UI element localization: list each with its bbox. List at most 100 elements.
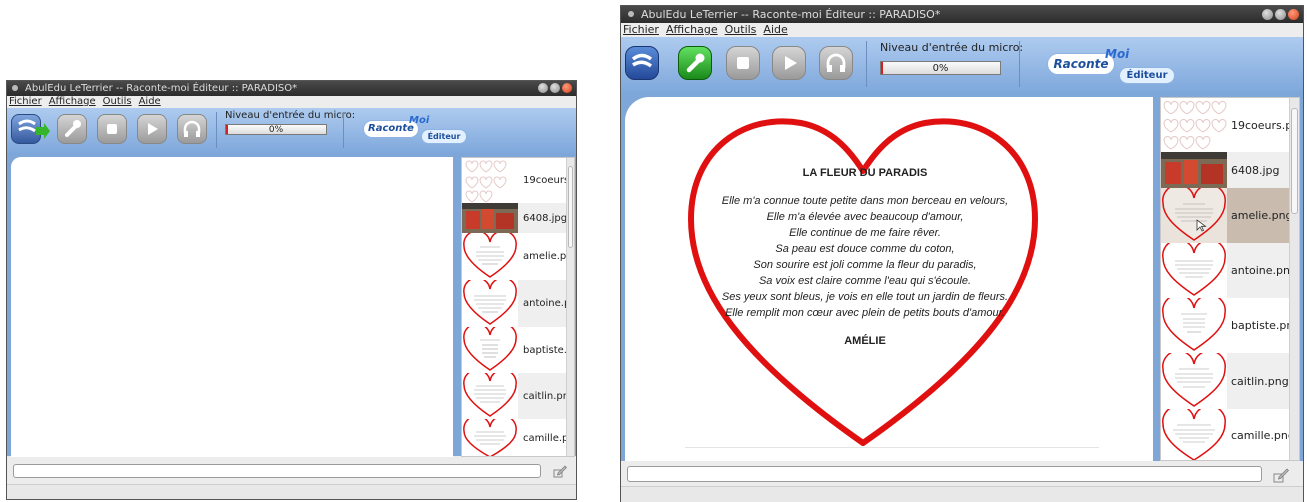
logo-editeur: Éditeur bbox=[421, 129, 467, 144]
thumbnail-row[interactable]: 6408.jpg bbox=[462, 203, 574, 233]
toolbar-separator bbox=[343, 112, 344, 148]
open-project-button[interactable] bbox=[625, 46, 659, 80]
title-bar: AbulEdu LeTerrier -- Raconte-moi Éditeur… bbox=[7, 81, 576, 96]
logo-moi: Moi bbox=[1105, 47, 1130, 61]
menu-outils[interactable]: Outils bbox=[725, 23, 757, 36]
toolbar: Niveau d'entrée du micro: 0% Raconte Moi… bbox=[7, 108, 576, 153]
editor-window-right: AbulEdu LeTerrier -- Raconte-moi Éditeur… bbox=[620, 5, 1304, 502]
thumbnail-scrollbar[interactable] bbox=[1289, 98, 1299, 460]
edit-text-button[interactable] bbox=[1273, 467, 1289, 483]
thumbnail-hearts-grid bbox=[462, 158, 518, 203]
thumbnail-heart bbox=[1161, 409, 1227, 460]
thumbnail-heart bbox=[1161, 243, 1227, 298]
thumbnail-row[interactable]: baptiste.pn bbox=[1161, 298, 1299, 353]
thumbnail-row[interactable]: caitlin.png bbox=[1161, 353, 1299, 409]
listen-button[interactable] bbox=[819, 46, 853, 80]
thumbnail-row[interactable]: antoine.png bbox=[462, 280, 574, 327]
work-area: LA FLEUR DU PARADIS Elle m'a connue tout… bbox=[621, 92, 1303, 461]
thumbnail-list[interactable]: 19coeurs.p 6408.jpg amelie.png antoine.p… bbox=[461, 157, 575, 457]
thumbnail-photo bbox=[1161, 152, 1227, 188]
close-icon[interactable] bbox=[1288, 9, 1299, 20]
maximize-icon[interactable] bbox=[550, 83, 560, 93]
open-project-icon bbox=[18, 119, 50, 139]
thumbnail-list[interactable]: 19coeurs.p 6408.jpg amelie.png antoine.p… bbox=[1160, 97, 1300, 461]
mic-level-fill bbox=[226, 125, 228, 134]
text-input[interactable] bbox=[13, 464, 541, 478]
scrollbar-thumb[interactable] bbox=[1291, 108, 1298, 214]
edit-text-button[interactable] bbox=[553, 464, 567, 478]
stop-button[interactable] bbox=[726, 46, 760, 80]
stop-icon bbox=[107, 124, 117, 134]
listen-button[interactable] bbox=[177, 114, 207, 144]
toolbar-separator bbox=[1019, 41, 1020, 87]
thumbnail-photo bbox=[462, 203, 518, 233]
toolbar-separator bbox=[216, 112, 217, 148]
thumbnail-heart bbox=[1161, 188, 1227, 243]
thumbnail-row[interactable]: 19coeurs.p bbox=[462, 158, 574, 203]
pencil-icon bbox=[1273, 468, 1289, 483]
record-button[interactable] bbox=[57, 114, 87, 144]
thumbnail-label: baptiste.pn bbox=[1231, 319, 1294, 332]
mic-level-label: Niveau d'entrée du micro: bbox=[880, 41, 1024, 54]
thumbnail-row-selected[interactable]: amelie.png bbox=[1161, 188, 1299, 243]
menu-bar: Fichier Affichage Outils Aide bbox=[7, 96, 576, 108]
thumbnail-hearts-grid bbox=[1161, 98, 1227, 152]
status-bar bbox=[621, 486, 1303, 502]
poem-line: Elle continue de me faire rêver. bbox=[789, 227, 941, 239]
poem-line: Sa voix est claire comme l'eau qui s'éco… bbox=[758, 275, 972, 287]
play-button[interactable] bbox=[772, 46, 806, 80]
thumbnail-heart bbox=[462, 419, 518, 456]
thumbnail-row[interactable]: amelie.png bbox=[462, 233, 574, 280]
mic-level-bar: 0% bbox=[225, 124, 327, 135]
thumbnail-row[interactable]: antoine.png bbox=[1161, 243, 1299, 298]
mic-level: Niveau d'entrée du micro: 0% bbox=[225, 110, 355, 135]
menu-aide[interactable]: Aide bbox=[763, 23, 787, 36]
mic-level-fill bbox=[881, 62, 883, 74]
logo-editeur: Éditeur bbox=[1119, 67, 1175, 84]
thumbnail-label: amelie.png bbox=[1231, 209, 1293, 222]
poem-line: Elle m'a connue toute petite dans mon be… bbox=[721, 195, 1009, 207]
menu-fichier[interactable]: Fichier bbox=[623, 23, 659, 36]
scrollbar-thumb[interactable] bbox=[568, 166, 573, 248]
play-button[interactable] bbox=[137, 114, 167, 144]
poem-text: LA FLEUR DU PARADIS Elle m'a connue tout… bbox=[695, 167, 1035, 347]
page-canvas[interactable] bbox=[11, 157, 453, 457]
poem-line: Son sourire est joli comme la fleur du p… bbox=[753, 259, 977, 271]
thumbnail-label: 6408.jpg bbox=[523, 212, 568, 224]
thumbnail-heart bbox=[462, 373, 518, 419]
menu-aide[interactable]: Aide bbox=[139, 96, 161, 107]
thumbnail-heart bbox=[462, 327, 518, 373]
thumbnail-row[interactable]: baptiste.pn bbox=[462, 327, 574, 373]
play-icon bbox=[148, 123, 158, 135]
thumbnail-row[interactable]: camille.png bbox=[1161, 409, 1299, 460]
pencil-icon bbox=[553, 465, 567, 478]
menu-outils[interactable]: Outils bbox=[103, 96, 132, 107]
stop-button[interactable] bbox=[97, 114, 127, 144]
stop-icon bbox=[737, 57, 749, 69]
headphones-icon bbox=[826, 53, 846, 72]
open-project-button[interactable] bbox=[11, 114, 50, 144]
thumbnail-row[interactable]: caitlin.png bbox=[462, 373, 574, 419]
maximize-icon[interactable] bbox=[1275, 9, 1286, 20]
thumbnail-scrollbar[interactable] bbox=[566, 158, 574, 456]
minimize-icon[interactable] bbox=[538, 83, 548, 93]
window-title: AbulEdu LeTerrier -- Raconte-moi Éditeur… bbox=[25, 83, 298, 94]
headphones-icon bbox=[183, 120, 201, 137]
menu-fichier[interactable]: Fichier bbox=[9, 96, 42, 107]
text-input[interactable] bbox=[627, 466, 1262, 482]
mic-level-bar: 0% bbox=[880, 61, 1001, 75]
toolbar: Niveau d'entrée du micro: 0% Raconte Moi… bbox=[621, 37, 1303, 92]
thumbnail-row[interactable]: 6408.jpg bbox=[1161, 152, 1299, 188]
thumbnail-row[interactable]: 19coeurs.p bbox=[1161, 98, 1299, 152]
menu-affichage[interactable]: Affichage bbox=[49, 96, 96, 107]
close-icon[interactable] bbox=[562, 83, 572, 93]
menu-affichage[interactable]: Affichage bbox=[666, 23, 718, 36]
page-canvas[interactable]: LA FLEUR DU PARADIS Elle m'a connue tout… bbox=[625, 97, 1153, 461]
app-icon bbox=[628, 11, 634, 17]
thumbnail-label: 6408.jpg bbox=[1231, 163, 1280, 177]
minimize-icon[interactable] bbox=[1262, 9, 1273, 20]
thumbnail-row[interactable]: camille.png bbox=[462, 419, 574, 456]
record-button[interactable] bbox=[678, 46, 712, 80]
mic-level-value: 0% bbox=[932, 63, 949, 74]
app-icon bbox=[12, 85, 18, 91]
